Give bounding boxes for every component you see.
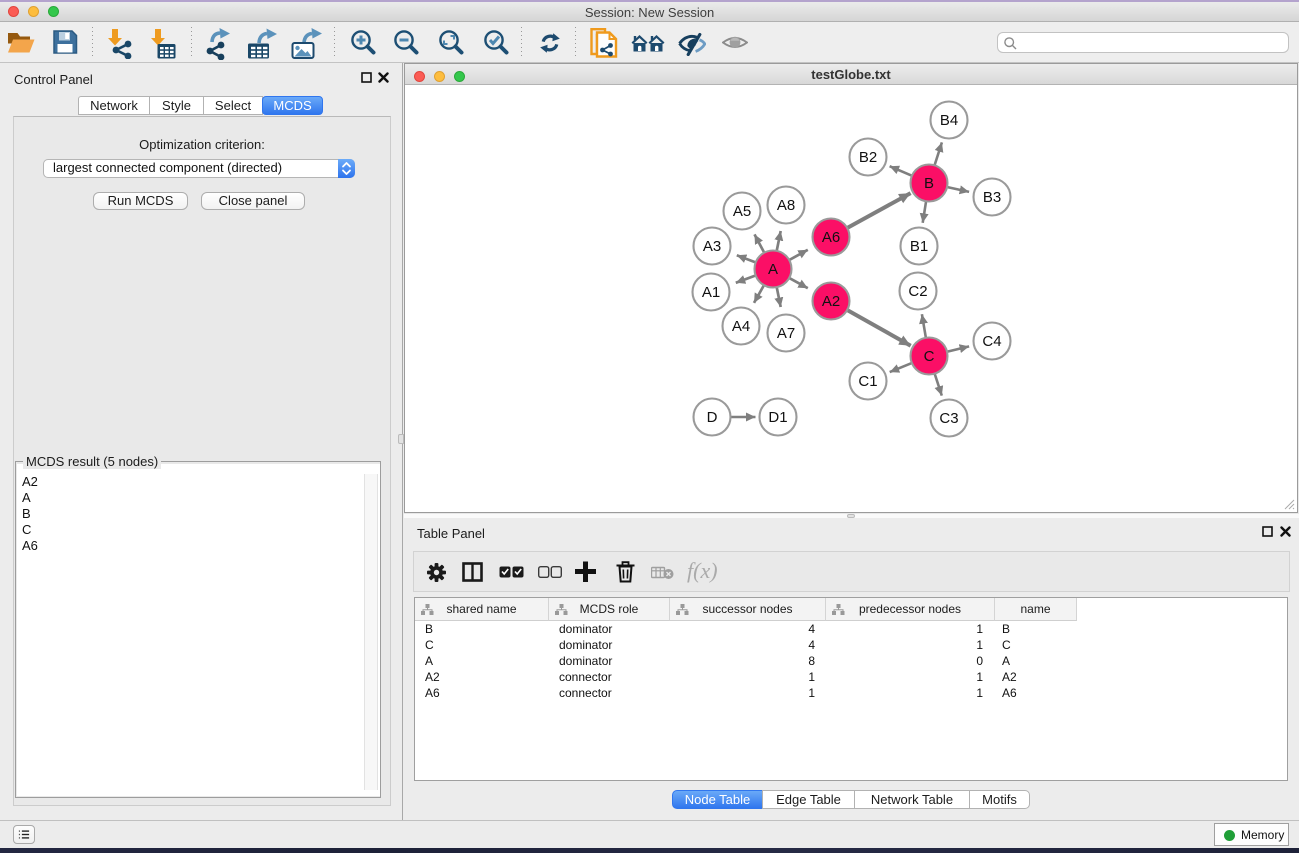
- svg-text:A6: A6: [822, 229, 840, 246]
- svg-text:A4: A4: [732, 318, 750, 335]
- svg-text:A2: A2: [822, 293, 840, 310]
- svg-text:C2: C2: [908, 283, 927, 300]
- svg-text:B3: B3: [983, 189, 1001, 206]
- svg-text:D: D: [707, 409, 718, 426]
- svg-text:B1: B1: [910, 238, 928, 255]
- svg-text:A5: A5: [733, 203, 751, 220]
- svg-text:B: B: [924, 175, 934, 192]
- svg-text:A1: A1: [702, 284, 720, 301]
- svg-text:B2: B2: [859, 149, 877, 166]
- svg-text:A7: A7: [777, 325, 795, 342]
- svg-text:C: C: [924, 348, 935, 365]
- svg-text:A: A: [768, 261, 778, 278]
- svg-text:B4: B4: [940, 112, 958, 129]
- svg-text:A3: A3: [703, 238, 721, 255]
- svg-text:D1: D1: [768, 409, 787, 426]
- svg-text:C4: C4: [982, 333, 1001, 350]
- svg-text:C3: C3: [939, 410, 958, 427]
- svg-text:A8: A8: [777, 197, 795, 214]
- svg-text:C1: C1: [858, 373, 877, 390]
